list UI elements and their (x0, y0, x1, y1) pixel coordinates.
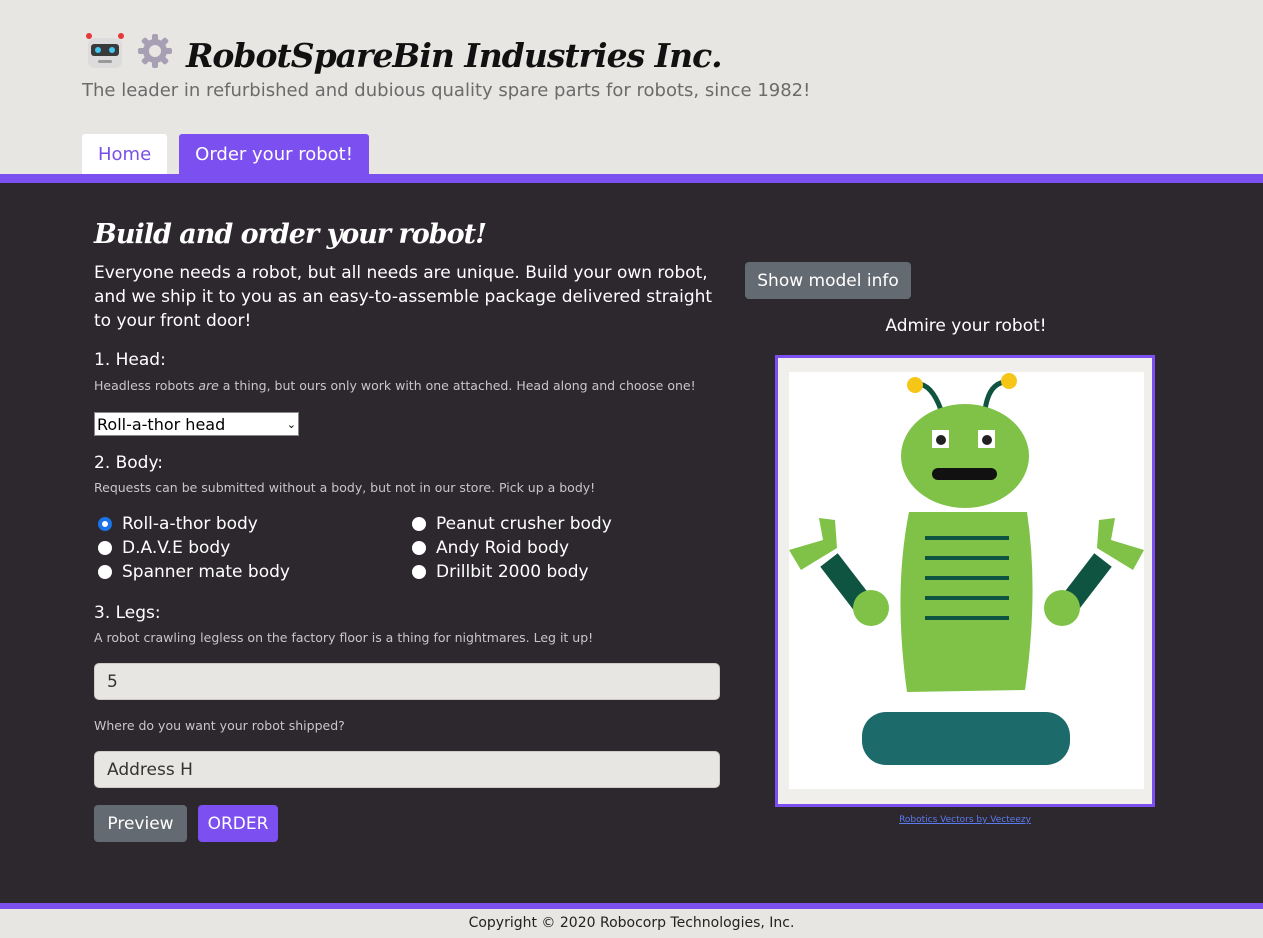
legs-section-title: 3. Legs: (94, 603, 161, 623)
radio-drillbit-2000-body[interactable]: Drillbit 2000 body (412, 561, 662, 582)
head-section-title: 1. Head: (94, 350, 166, 370)
radio-andy-roid-body[interactable]: Andy Roid body (412, 537, 662, 558)
radio-button[interactable] (98, 564, 112, 579)
show-model-info-button[interactable]: Show model info (745, 262, 911, 299)
site-header: RobotSpareBin Industries Inc. The leader… (0, 0, 1263, 174)
nav-tab-home[interactable]: Home (82, 134, 168, 174)
address-input[interactable]: Address H (94, 751, 720, 788)
brand: RobotSpareBin Industries Inc. (86, 32, 723, 79)
chevron-down-icon: ⌄ (286, 417, 296, 431)
site-tagline: The leader in refurbished and dubious qu… (82, 80, 811, 101)
radio-dave-body[interactable]: D.A.V.E body (98, 537, 412, 558)
radio-button[interactable] (412, 516, 426, 531)
radio-button[interactable] (98, 540, 112, 555)
robot-preview-image (789, 372, 1144, 789)
robot-preview-frame (775, 355, 1155, 807)
order-button[interactable]: ORDER (198, 805, 278, 842)
body-help-text: Requests can be submitted without a body… (94, 480, 596, 495)
page-heading: Build and order your robot! (94, 219, 487, 250)
site-footer: Copyright © 2020 Robocorp Technologies, … (0, 909, 1263, 938)
site-title: RobotSpareBin Industries Inc. (186, 36, 723, 75)
nav-tab-order-robot[interactable]: Order your robot! (179, 134, 369, 174)
radio-peanut-crusher-body[interactable]: Peanut crusher body (412, 513, 662, 534)
main-content: Build and order your robot! Everyone nee… (0, 183, 1263, 903)
copyright-text: Copyright © 2020 Robocorp Technologies, … (468, 915, 795, 931)
preview-button[interactable]: Preview (94, 805, 187, 842)
robot-body-image (789, 512, 1144, 692)
radio-button[interactable] (412, 540, 426, 555)
radio-spanner-mate-body[interactable]: Spanner mate body (98, 561, 412, 582)
intro-text: Everyone needs a robot, but all needs ar… (94, 263, 713, 331)
head-help-text: Headless robots are a thing, but ours on… (94, 378, 696, 393)
robot-legs-image (862, 712, 1070, 765)
header-divider (0, 174, 1263, 183)
radio-roll-a-thor-body[interactable]: Roll-a-thor body (98, 513, 412, 534)
body-section-title: 2. Body: (94, 453, 164, 473)
gear-icon (136, 32, 174, 79)
robot-head-image (901, 373, 1029, 508)
radio-button[interactable] (412, 564, 426, 579)
radio-button[interactable] (98, 516, 112, 531)
robot-face-icon (86, 32, 124, 79)
head-select-value: Roll-a-thor head (97, 414, 226, 434)
legs-input[interactable]: 5 (94, 663, 720, 700)
main-nav: Home Order your robot! (82, 134, 381, 174)
robot-preview-caption: Admire your robot! (885, 316, 1047, 336)
address-help-text: Where do you want your robot shipped? (94, 718, 345, 733)
vecteezy-credit-link[interactable]: Robotics Vectors by Vecteezy (775, 815, 1155, 825)
legs-help-text: A robot crawling legless on the factory … (94, 630, 594, 645)
head-select[interactable]: Roll-a-thor head ⌄ (94, 412, 299, 436)
body-radio-group: Roll-a-thor body Peanut crusher body D.A… (98, 513, 658, 582)
